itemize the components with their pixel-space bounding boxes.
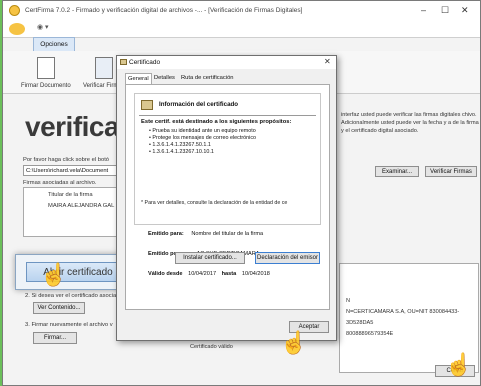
- detail-line: 3D528DA5: [346, 320, 374, 326]
- detail-line: N: [346, 298, 351, 304]
- help-icon[interactable]: ◉ ▾: [37, 23, 49, 31]
- step3-text: 3. Firmar nuevamente el archivo v: [25, 322, 113, 328]
- tab-opciones[interactable]: Opciones: [33, 37, 75, 51]
- issued-to-value: Nombre del titular de la firma: [191, 231, 264, 237]
- certificate-dialog: Certificado ✕ General Detalles Ruta de c…: [116, 55, 337, 341]
- close-icon[interactable]: ✕: [461, 5, 469, 16]
- validity-row: Válido desde 10/04/2017 hasta 10/04/2018: [148, 271, 270, 277]
- certificate-info-box: Información del certificado Este certif.…: [134, 93, 321, 225]
- issued-to-label: Emitido para:: [148, 231, 184, 237]
- divider: [139, 115, 316, 116]
- app-title: CertFirma 7.0.2 - Firmado y verificación…: [25, 7, 303, 14]
- purpose-item: • Protege los mensajes de correo electró…: [149, 135, 257, 141]
- firmar-button[interactable]: Firmar...: [33, 332, 77, 344]
- cursor-hand-icon: ☝: [280, 330, 308, 355]
- table-header: Titular de la firma: [48, 192, 93, 198]
- detail-line: 80088896579354E: [346, 331, 394, 337]
- examinar-button[interactable]: Examinar...: [375, 166, 419, 177]
- tab-ruta-certificacion[interactable]: Ruta de certificación: [179, 73, 236, 84]
- purpose-item: • Prueba su identidad ante un equipo rem…: [149, 128, 256, 134]
- valid-to-label: hasta: [221, 271, 237, 277]
- file-path-field[interactable]: C:\Users\richard.vela\Document: [23, 165, 123, 176]
- issued-to-row: Emitido para: Nombre del titular de la f…: [148, 231, 263, 237]
- valid-from-value: 10/04/2017: [188, 271, 217, 277]
- tab-general[interactable]: General: [125, 73, 152, 84]
- valid-from-label: Válido desde: [148, 271, 183, 277]
- signatures-table: Titular de la firma MAIRA ALEJANDRA GAL: [23, 187, 123, 237]
- instalar-certificado-button[interactable]: Instalar certificado...: [175, 252, 245, 264]
- maximize-icon[interactable]: ☐: [441, 5, 449, 16]
- ribbon-tab-bar: ◉ ▾: [3, 21, 480, 38]
- toolbar-firmar-documento[interactable]: Firmar Documento: [21, 83, 71, 89]
- verify-icon[interactable]: [95, 57, 113, 79]
- purpose-item: • 1.3.6.1.4.1.23267.10.10.1: [149, 149, 214, 155]
- app-menu-icon[interactable]: [9, 23, 25, 35]
- dialog-titlebar: Certificado ✕: [117, 56, 336, 69]
- document-icon[interactable]: [37, 57, 55, 79]
- cursor-hand-icon: ☝: [445, 352, 473, 377]
- certificate-icon: [120, 59, 127, 65]
- table-row[interactable]: MAIRA ALEJANDRA GAL: [48, 203, 114, 209]
- certificado-valido-label: Certificado válido: [190, 344, 233, 350]
- general-panel: Información del certificado Este certif.…: [125, 84, 330, 310]
- dialog-close-icon[interactable]: ✕: [324, 57, 331, 66]
- declaracion-emisor-button[interactable]: Declaración del emisor: [255, 252, 320, 264]
- toolbar-verificar-firmas[interactable]: Verificar Firm: [83, 83, 118, 89]
- purpose-item: • 1.3.6.1.4.1.23267.50.1.1: [149, 142, 211, 148]
- minimize-icon[interactable]: –: [421, 5, 426, 15]
- page-title: verifica: [25, 111, 120, 142]
- ver-contenido-button[interactable]: Ver Contenido...: [33, 302, 85, 314]
- description-text: interfaz usted puede verificar las firma…: [341, 112, 479, 134]
- certificate-icon: [141, 100, 153, 110]
- tab-detalles[interactable]: Detalles: [152, 73, 177, 84]
- verificar-firmas-button[interactable]: Verificar Firmas: [425, 166, 477, 177]
- firmas-label: Firmas asociadas al archivo.: [23, 180, 97, 186]
- info-title: Información del certificado: [159, 101, 239, 108]
- app-logo-icon: [9, 5, 20, 16]
- cursor-hand-icon: ☝: [40, 262, 68, 287]
- app-titlebar: CertFirma 7.0.2 - Firmado y verificación…: [3, 1, 480, 21]
- instruction-text: Por favor haga click sobre el botó: [23, 157, 110, 163]
- dialog-title: Certificado: [129, 59, 161, 66]
- details-note: * Para ver detalles, consulte la declara…: [141, 200, 288, 206]
- purpose-heading: Este certif. está destinado a los siguie…: [141, 119, 292, 125]
- detail-line: N=CERTICAMARA S.A, OU=NIT 830084433-: [346, 309, 460, 315]
- valid-to-value: 10/04/2018: [241, 271, 270, 277]
